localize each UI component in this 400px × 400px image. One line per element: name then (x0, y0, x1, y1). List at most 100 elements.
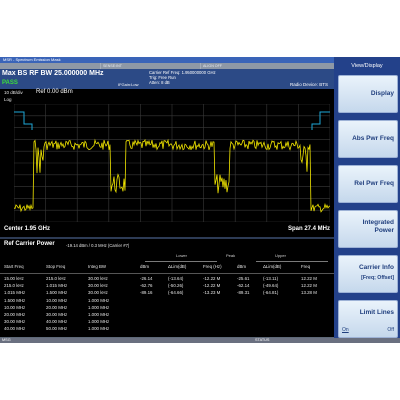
table-cell: 50.00 MHz (46, 326, 68, 332)
softkey-panel: View/Display Display Abs Pwr Freq Rel Pw… (334, 57, 400, 343)
ref-carrier-power-value: -19.14 dBm / 0.3 MHz (Carrier #7) (66, 242, 130, 248)
carrier-info-label: Carrier Info (358, 264, 394, 271)
table-cell: 10.00 MHz (4, 304, 26, 310)
table-cell: 30.00 kHz (88, 283, 108, 289)
abs-pwr-freq-softkey[interactable]: Abs Pwr Freq (338, 120, 398, 158)
column-header: ΔLim(dB) (263, 264, 282, 269)
column-header: Freq (301, 264, 311, 269)
group-lower: Lower (176, 253, 187, 258)
table-cell: (-50.26) (168, 283, 184, 289)
table-cell: (-64.81) (263, 290, 279, 296)
integrated-power-label: Integrated Power (362, 219, 394, 234)
table-cell: 1.000 MHz (88, 319, 110, 325)
carrier-info-softkey[interactable]: Carrier Info [Freq; Offset] (338, 255, 398, 293)
table-cell: 12.22 M (301, 276, 317, 281)
table-cell: -89.31 (237, 290, 250, 296)
table-cell: 1.000 MHz (88, 326, 110, 332)
table-cell: -12.22 M (203, 276, 221, 281)
page: MSR - Spectrum Emission Mask SENSE:INT A… (0, 0, 400, 400)
table-cell: 40.00 MHz (46, 319, 68, 325)
results-table: Ref Carrier Power -19.14 dBm / 0.3 MHz (… (0, 237, 334, 337)
graticule (13, 103, 331, 223)
table-cell: 40.00 MHz (4, 326, 26, 332)
table-cell: 15.00 kHz (4, 276, 24, 281)
column-header: Start Freq (4, 264, 24, 269)
table-cell: (-13.64) (168, 276, 184, 281)
table-cell: 30.00 MHz (46, 312, 68, 317)
msg-label: MSG (2, 338, 11, 342)
trace-panel[interactable]: 10 dB/div Ref 0.00 dBm Log Center 1.95 G… (0, 89, 334, 237)
table-cell: (-13.11) (263, 276, 279, 281)
spectrum-svg (13, 103, 331, 223)
limit-lines-softkey[interactable]: Limit Lines On Off (338, 300, 398, 338)
if-gain: IFGain:Low (118, 82, 139, 87)
table-cell: -26.14 (140, 276, 153, 281)
group-peak: Peak (226, 253, 236, 258)
table-cell: 13.28 M (301, 290, 317, 296)
attenuation: Atten: 8 dB (149, 80, 170, 86)
center-frequency[interactable]: Center 1.95 GHz (4, 226, 50, 232)
column-header: ΔLim(dB) (168, 264, 187, 269)
spectrum-plot[interactable] (13, 103, 331, 223)
scale-per-div: 10 dB/div (4, 90, 23, 95)
ref-level[interactable]: Ref 0.00 dBm (36, 89, 73, 95)
table-cell: 1.015 MHz (46, 283, 68, 289)
abs-pwr-freq-label: Abs Pwr Freq (352, 135, 394, 142)
table-row: 40.00 MHz 50.00 MHz 1.000 MHz (0, 326, 334, 333)
display-softkey[interactable]: Display (338, 75, 398, 113)
table-cell: -13.23 M (203, 290, 221, 296)
pass-verdict: PASS (2, 80, 18, 86)
table-cell: (-64.66) (168, 290, 184, 296)
span-frequency[interactable]: Span 27.4 MHz (288, 226, 330, 232)
table-row: 215.0 kHz 1.015 MHz 30.00 kHz -62.76 (-50.26… (0, 283, 334, 290)
header-divider (0, 273, 334, 274)
table-cell: -62.14 (237, 283, 250, 289)
table-cell: -12.22 M (203, 283, 221, 289)
column-header: dBm (237, 264, 247, 269)
radio-device: Radio Device: BTS (289, 82, 328, 87)
carrier-info-sub: [Freq; Offset] (361, 275, 394, 281)
display-softkey-label: Display (370, 90, 394, 97)
table-row: 30.00 MHz 40.00 MHz 1.000 MHz (0, 319, 334, 326)
table-cell: 30.00 kHz (88, 276, 108, 281)
table-cell: 1.500 MHz (46, 290, 68, 296)
table-cell: (-49.64) (263, 283, 279, 289)
table-cell: 12.22 M (301, 283, 317, 289)
table-cell: 1.000 MHz (88, 304, 110, 310)
analyzer-screen: MSR - Spectrum Emission Mask SENSE:INT A… (0, 57, 400, 343)
group-upper: Upper (275, 253, 286, 258)
limit-lines-label: Limit Lines (359, 309, 394, 316)
limit-lines-on: On (342, 327, 349, 333)
table-cell: 30.00 kHz (88, 290, 108, 296)
table-cell: 30.00 MHz (4, 319, 26, 325)
measurement-header: Max BS RF BW 25.000000 MHz PASS Carrier … (0, 69, 334, 89)
status-label: STATUS (255, 338, 270, 342)
integrated-power-softkey[interactable]: Integrated Power (338, 210, 398, 248)
softkey-menu-title: View/Display (351, 63, 383, 69)
measurement-title: Max BS RF BW 25.000000 MHz (2, 70, 104, 77)
table-cell: 1.000 MHz (88, 297, 110, 303)
table-row: 20.00 MHz 30.00 MHz 1.000 MHz (0, 312, 334, 319)
scale-type: Log (4, 97, 12, 102)
table-cell: -89.16 (140, 290, 153, 296)
table-cell: 215.0 kHz (4, 283, 24, 289)
column-header: Integ BW (88, 264, 107, 269)
rel-pwr-freq-softkey[interactable]: Rel Pwr Freq (338, 165, 398, 203)
table-cell: -62.76 (140, 283, 153, 289)
carrier-info: Carrier Ref Freq: 1.950000000 GHz Trig: … (149, 70, 216, 86)
rel-pwr-freq-label: Rel Pwr Freq (354, 180, 394, 187)
table-row: 1.015 MHz 1.500 MHz 30.00 kHz -89.16 (-64.66… (0, 290, 334, 297)
table-cell: 215.0 kHz (46, 276, 66, 281)
table-cell: 1.015 MHz (4, 290, 26, 296)
table-cell: 1.500 MHz (4, 297, 26, 303)
ref-carrier-power-title: Ref Carrier Power (4, 241, 55, 247)
table-cell: -25.61 (237, 276, 250, 281)
table-row: 1.500 MHz 10.00 MHz 1.000 MHz (0, 298, 334, 305)
column-header: dBm (140, 264, 150, 269)
message-bar: MSG STATUS (0, 338, 400, 343)
table-cell: 1.000 MHz (88, 312, 110, 317)
table-row: 15.00 kHz 215.0 kHz 30.00 kHz -26.14 (-13.64… (0, 276, 334, 283)
table-cell: 10.00 MHz (46, 297, 68, 303)
limit-lines-off: Off (387, 327, 394, 333)
column-header: Freq (Hz) (203, 264, 222, 269)
